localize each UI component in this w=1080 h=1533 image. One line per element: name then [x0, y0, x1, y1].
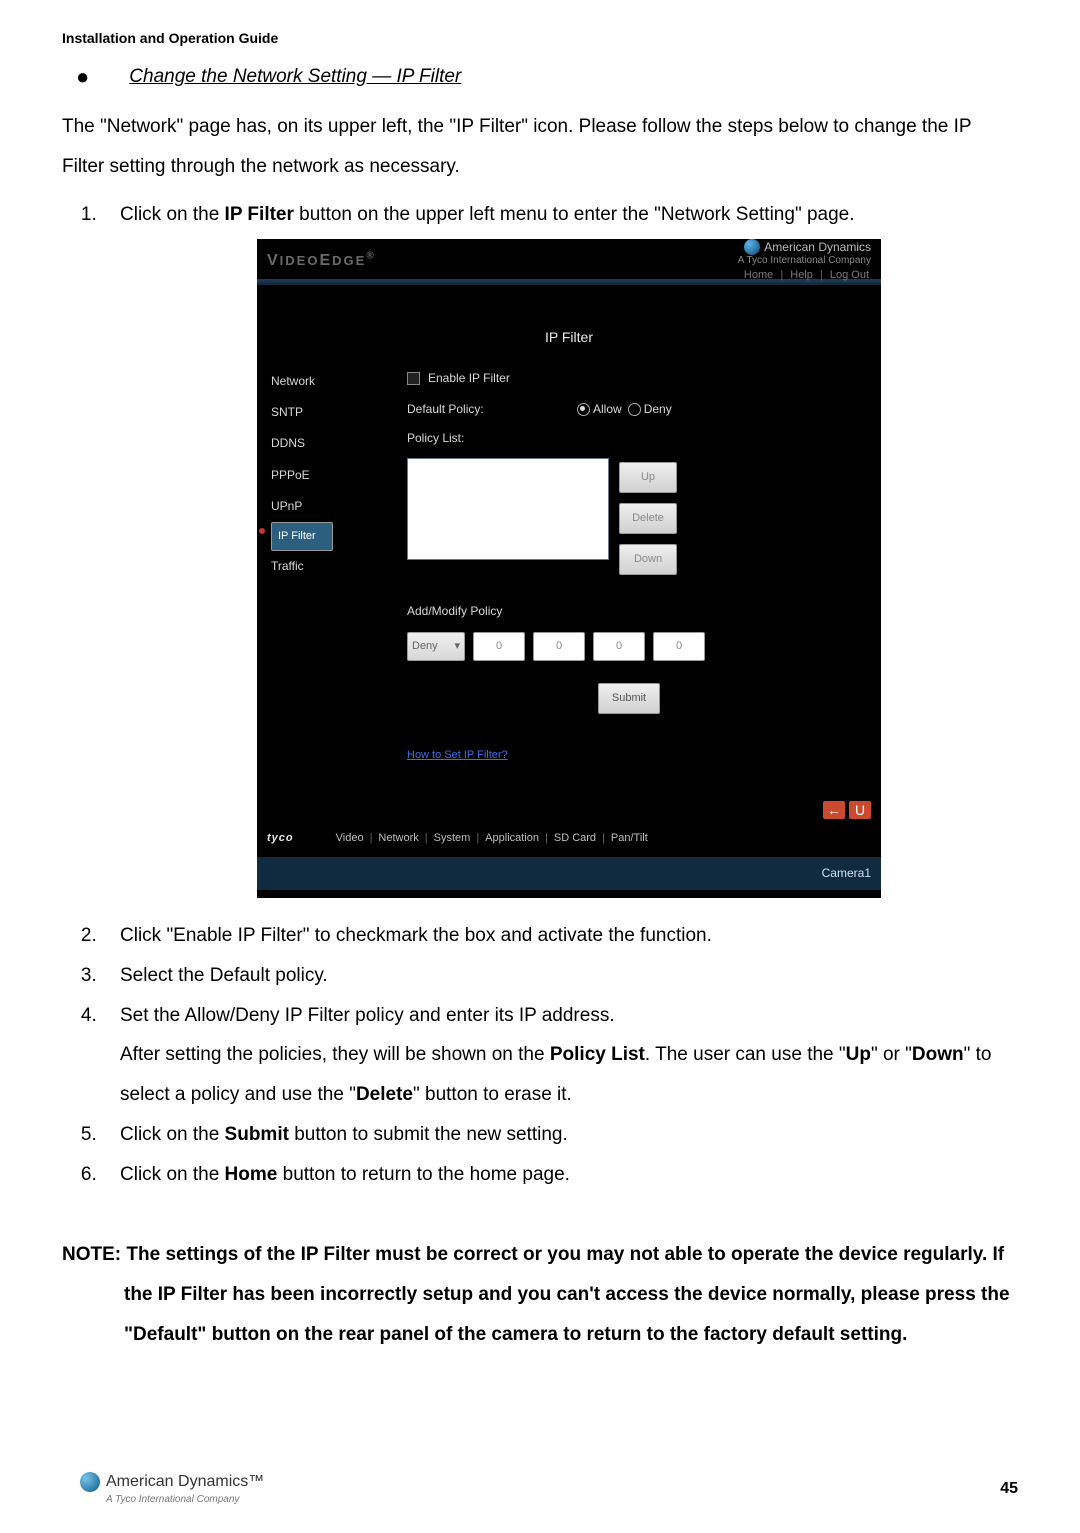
nav-upnp[interactable]: UPnP: [271, 491, 407, 522]
doc-header: Installation and Operation Guide: [62, 30, 1018, 46]
bnav-sdcard[interactable]: SD Card: [554, 827, 596, 850]
policy-action-select[interactable]: Deny▾: [407, 632, 465, 661]
default-policy-label: Default Policy:: [407, 397, 537, 422]
radio-allow[interactable]: [577, 403, 590, 416]
back-arrow-icon: ←: [827, 796, 841, 825]
bnav-network[interactable]: Network: [378, 827, 418, 850]
enable-checkbox[interactable]: [407, 372, 420, 385]
form-area: Enable IP Filter Default Policy: Allow D…: [407, 366, 881, 767]
bnav-system[interactable]: System: [434, 827, 471, 850]
left-nav: Network SNTP DDNS PPPoE UPnP IP Filter T…: [257, 366, 407, 767]
radio-deny[interactable]: [628, 403, 641, 416]
tyco-logo: tyco: [267, 827, 294, 850]
radio-deny-label: Deny: [644, 397, 672, 422]
nav-ddns[interactable]: DDNS: [271, 428, 407, 459]
step-4b: After setting the policies, they will be…: [120, 1035, 1018, 1115]
step-4a: Set the Allow/Deny IP Filter policy and …: [120, 1005, 615, 1026]
header-links: Home | Help | Log Out: [738, 269, 871, 282]
link-home[interactable]: Home: [744, 269, 773, 281]
radio-allow-label: Allow: [593, 397, 622, 422]
ip-octet-1[interactable]: 0: [473, 632, 525, 661]
brand-subtext: A Tyco International Company: [738, 255, 871, 267]
section-heading: Change the Network Setting — IP Filter: [129, 66, 461, 88]
ip-octet-3[interactable]: 0: [593, 632, 645, 661]
enable-label: Enable IP Filter: [428, 366, 510, 391]
delete-button[interactable]: Delete: [619, 503, 677, 534]
page-number: 45: [1000, 1480, 1018, 1498]
nav-network[interactable]: Network: [271, 366, 407, 397]
step-1-pre: Click on the: [120, 204, 225, 225]
camera-label: Camera1: [257, 857, 881, 890]
note-body: The settings of the IP Filter must be co…: [124, 1244, 1010, 1345]
note-label: NOTE:: [62, 1244, 126, 1265]
step-2: Click "Enable IP Filter" to checkmark th…: [102, 916, 1018, 956]
page-footer: American Dynamics™ A Tyco International …: [80, 1472, 1018, 1505]
link-help[interactable]: Help: [790, 269, 813, 281]
nav-pppoe[interactable]: PPPoE: [271, 460, 407, 491]
how-to-link[interactable]: How to Set IP Filter?: [407, 744, 508, 767]
footer-brand: American Dynamics™: [106, 1473, 264, 1491]
back-arrow-button[interactable]: ←: [823, 801, 845, 819]
bnav-application[interactable]: Application: [485, 827, 539, 850]
footer-subbrand: A Tyco International Company: [106, 1494, 264, 1505]
intro-paragraph: The "Network" page has, on its upper lef…: [62, 107, 1018, 187]
up-button[interactable]: Up: [619, 462, 677, 493]
ad-swirl-icon: [80, 1472, 100, 1492]
panel-title: IP Filter: [257, 311, 881, 366]
step-1: Click on the IP Filter button on the upp…: [102, 195, 1018, 898]
shot-header: VIDEOEDGE® American Dynamics A Tyco Inte…: [257, 239, 881, 279]
steps-list: Click on the IP Filter button on the upp…: [62, 195, 1018, 1195]
add-modify-heading: Add/Modify Policy: [407, 599, 851, 624]
chevron-down-icon: ▾: [454, 635, 460, 658]
step-1-bold: IP Filter: [225, 204, 294, 225]
submit-button[interactable]: Submit: [598, 683, 660, 714]
brand-text: American Dynamics: [764, 240, 871, 254]
down-button[interactable]: Down: [619, 544, 677, 575]
nav-sntp[interactable]: SNTP: [271, 397, 407, 428]
ip-octet-2[interactable]: 0: [533, 632, 585, 661]
ip-octet-4[interactable]: 0: [653, 632, 705, 661]
step-6: Click on the Home button to return to th…: [102, 1155, 1018, 1195]
bnav-video[interactable]: Video: [336, 827, 364, 850]
step-3: Select the Default policy.: [102, 956, 1018, 996]
step-5: Click on the Submit button to submit the…: [102, 1115, 1018, 1155]
step-1-post: button on the upper left menu to enter t…: [294, 204, 855, 225]
screenshot: VIDEOEDGE® American Dynamics A Tyco Inte…: [257, 239, 881, 898]
policy-list-label: Policy List:: [407, 426, 537, 451]
step-4: Set the Allow/Deny IP Filter policy and …: [102, 996, 1018, 1116]
u-button[interactable]: U: [849, 801, 871, 819]
policy-listbox[interactable]: [407, 458, 609, 560]
bullet-icon: ●: [76, 66, 89, 88]
section-heading-row: ● Change the Network Setting — IP Filter: [76, 66, 1018, 88]
nav-traffic[interactable]: Traffic: [271, 551, 407, 582]
note-paragraph: NOTE: The settings of the IP Filter must…: [62, 1235, 1018, 1355]
bnav-pantilt[interactable]: Pan/Tilt: [611, 827, 648, 850]
nav-ipfilter[interactable]: IP Filter: [271, 522, 333, 551]
ad-swirl-icon: [744, 239, 760, 255]
header-right: American Dynamics A Tyco International C…: [738, 239, 871, 282]
nav-active-dot-icon: [259, 528, 265, 534]
link-logout[interactable]: Log Out: [830, 269, 869, 281]
videoedge-logo: VIDEOEDGE®: [267, 244, 376, 278]
